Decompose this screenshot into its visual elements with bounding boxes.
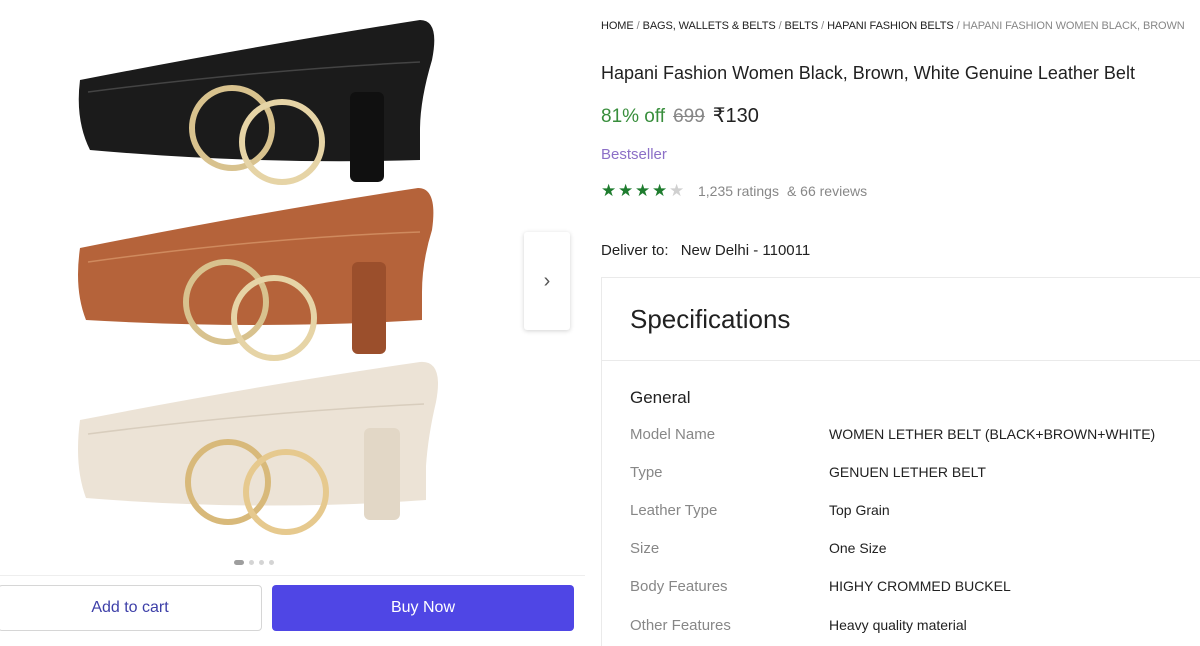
spec-row: Model Name WOMEN LETHER BELT (BLACK+BROW…: [630, 426, 1155, 443]
spec-key: Type: [630, 464, 663, 481]
ratings-count: 1,235 ratings: [698, 182, 779, 199]
spec-value: GENUEN LETHER BELT: [829, 464, 986, 480]
discount-label: 81% off: [601, 106, 666, 127]
belt-white: [78, 361, 438, 535]
spec-value: One Size: [829, 540, 887, 556]
deliver-label: Deliver to:: [601, 242, 669, 259]
selling-price: ₹130: [712, 105, 759, 127]
carousel-dots: [234, 560, 274, 565]
product-gallery: › Add to cart Buy Now: [0, 0, 585, 646]
breadcrumb-bags[interactable]: BAGS, WALLETS & BELTS: [643, 20, 776, 32]
spec-value: HIGHY CROMMED BUCKEL: [829, 578, 1011, 594]
rating-summary[interactable]: ★ ★ ★ ★ ★ 1,235 ratings & 66 reviews: [601, 182, 867, 199]
carousel-dot-1[interactable]: [234, 560, 244, 565]
breadcrumb-belts[interactable]: BELTS: [785, 20, 819, 32]
spec-value: WOMEN LETHER BELT (BLACK+BROWN+WHITE): [829, 426, 1156, 442]
breadcrumb-separator: /: [636, 20, 640, 32]
star-icon: ★: [635, 181, 651, 200]
belt-black: [78, 20, 435, 185]
action-bar: Add to cart Buy Now: [0, 575, 585, 646]
spec-key: Body Features: [630, 578, 728, 595]
reviews-count: & 66 reviews: [786, 182, 868, 199]
belt-brown: [78, 188, 434, 361]
spec-row: Leather Type Top Grain: [630, 502, 890, 519]
star-icon: ★: [601, 181, 617, 200]
specifications-header: Specifications: [602, 278, 1200, 361]
spec-row: Body Features HIGHY CROMMED BUCKEL: [630, 578, 1011, 595]
original-price: 699: [673, 106, 705, 127]
specifications-panel: Specifications General Model Name WOMEN …: [601, 277, 1200, 646]
spec-value: Top Grain: [829, 502, 890, 518]
buy-now-button[interactable]: Buy Now: [272, 585, 574, 631]
breadcrumb-separator: /: [821, 20, 825, 32]
carousel-dot-4[interactable]: [269, 560, 274, 565]
product-title: Hapani Fashion Women Black, Brown, White…: [601, 63, 1135, 83]
star-icon: ★: [669, 181, 685, 200]
breadcrumb-separator: /: [778, 20, 782, 32]
carousel-dot-2[interactable]: [249, 560, 254, 565]
spec-key: Other Features: [630, 617, 731, 634]
specifications-title: Specifications: [630, 303, 791, 334]
spec-value: Heavy quality material: [829, 617, 967, 633]
breadcrumb: HOME / BAGS, WALLETS & BELTS / BELTS / HAPANI …: [601, 20, 1185, 32]
breadcrumb-brand[interactable]: HAPANI FASHION BELTS: [827, 20, 954, 32]
spec-group-title: General: [630, 388, 691, 407]
product-image[interactable]: [60, 0, 460, 560]
carousel-dot-3[interactable]: [259, 560, 264, 565]
star-icon: ★: [652, 181, 668, 200]
price-row: 81% off 699 ₹130: [601, 103, 759, 128]
spec-row: Other Features Heavy quality material: [630, 617, 967, 634]
breadcrumb-separator: /: [956, 20, 960, 32]
star-rating: ★ ★ ★ ★ ★: [601, 182, 686, 199]
product-info: HOME / BAGS, WALLETS & BELTS / BELTS / HAPANI …: [601, 0, 1200, 646]
bestseller-badge: Bestseller: [601, 146, 667, 163]
chevron-right-icon: ›: [543, 269, 551, 292]
next-image-button[interactable]: ›: [524, 232, 570, 330]
spec-row: Type GENUEN LETHER BELT: [630, 464, 986, 481]
breadcrumb-current: HAPANI FASHION WOMEN BLACK, BROWN: [962, 20, 1185, 32]
delivery-location[interactable]: Deliver to: New Delhi - 110011: [601, 242, 810, 259]
spec-key: Size: [630, 540, 660, 557]
star-icon: ★: [618, 181, 634, 200]
deliver-location-value: New Delhi - 110011: [680, 242, 811, 259]
spec-key: Model Name: [630, 426, 716, 443]
add-to-cart-button[interactable]: Add to cart: [0, 585, 262, 631]
spec-key: Leather Type: [630, 502, 718, 519]
spec-row: Size One Size: [630, 540, 887, 557]
breadcrumb-home[interactable]: HOME: [601, 20, 634, 32]
